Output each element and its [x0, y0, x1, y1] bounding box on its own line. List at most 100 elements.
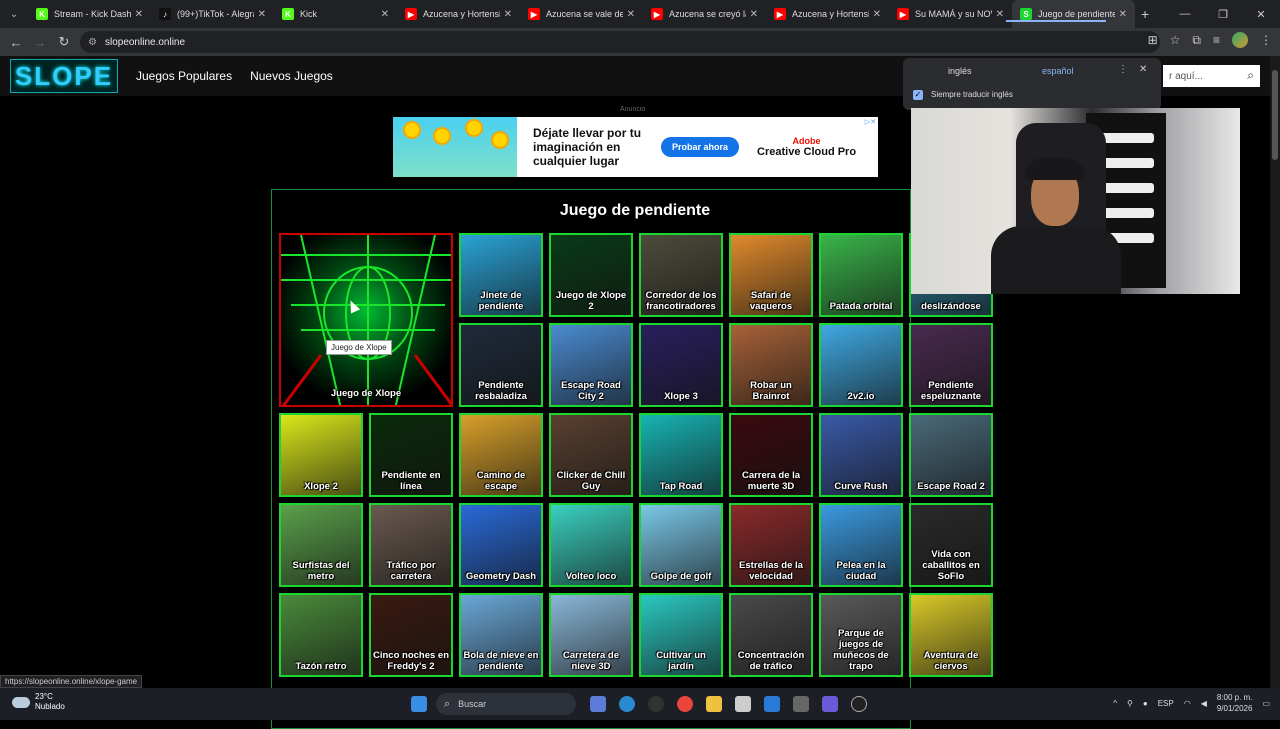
- game-tile[interactable]: Geometry Dash: [459, 503, 543, 587]
- tab-close-icon[interactable]: ✕: [873, 9, 881, 20]
- tab-close-icon[interactable]: ✕: [627, 9, 635, 20]
- ad-banner[interactable]: Déjate llevar por tu imaginación en cual…: [393, 117, 878, 177]
- game-tile[interactable]: Golpe de golf: [639, 503, 723, 587]
- game-tile[interactable]: Xlope 3: [639, 323, 723, 407]
- translate-options-icon[interactable]: ⋮: [1118, 64, 1128, 75]
- maximize-icon[interactable]: ❐: [1204, 8, 1242, 21]
- ad-cta-button[interactable]: Probar ahora: [661, 137, 740, 157]
- browser-tab[interactable]: K Stream - Kick Dashbo ✕: [28, 0, 151, 28]
- game-tile[interactable]: Concentración de tráfico: [729, 593, 813, 677]
- tab-close-icon[interactable]: ✕: [135, 9, 143, 20]
- game-tile[interactable]: Cinco noches en Freddy's 2: [369, 593, 453, 677]
- browser-tab[interactable]: ▶ Azucena se creyó la ✕: [643, 0, 766, 28]
- game-tile[interactable]: Pelea en la ciudad: [819, 503, 903, 587]
- game-tile[interactable]: Escape Road City 2: [549, 323, 633, 407]
- wifi-icon[interactable]: ◠: [1184, 699, 1191, 708]
- taskbar-search[interactable]: ⌕ Buscar: [436, 693, 576, 715]
- translate-target-tab[interactable]: español: [1042, 66, 1074, 76]
- minimize-icon[interactable]: —: [1166, 8, 1204, 20]
- nav-new-games[interactable]: Nuevos Juegos: [250, 69, 333, 83]
- game-tile[interactable]: Carrera de la muerte 3D: [729, 413, 813, 497]
- translate-close-icon[interactable]: ✕: [1139, 64, 1147, 75]
- tab-search-icon[interactable]: ⌄: [0, 0, 28, 28]
- translate-source-tab[interactable]: inglés: [948, 66, 972, 76]
- notification-icon[interactable]: ▭: [1262, 699, 1270, 708]
- game-tile[interactable]: Tazón retro: [279, 593, 363, 677]
- game-tile[interactable]: Juego de Xlope 2: [549, 233, 633, 317]
- tab-close-icon[interactable]: ✕: [258, 9, 266, 20]
- reload-icon[interactable]: ↻: [52, 34, 76, 50]
- game-tile[interactable]: Safari de vaqueros: [729, 233, 813, 317]
- game-tile[interactable]: Volteo loco: [549, 503, 633, 587]
- start-icon[interactable]: [411, 696, 427, 712]
- search-icon[interactable]: ⌕: [1247, 68, 1254, 83]
- browser-tab[interactable]: K Kick ✕: [274, 0, 397, 28]
- extensions-icon[interactable]: ⧉: [1192, 33, 1201, 48]
- address-bar[interactable]: ⚙ slopeonline.online: [80, 31, 1160, 53]
- file-explorer-icon[interactable]: [706, 696, 722, 712]
- tab-close-icon[interactable]: ✕: [1119, 9, 1127, 20]
- site-search-input[interactable]: r aquí... ⌕: [1163, 65, 1260, 87]
- back-icon[interactable]: ←: [4, 35, 28, 50]
- media-icon[interactable]: ≡: [1213, 33, 1220, 47]
- game-tile[interactable]: Pendiente espeluznante: [909, 323, 993, 407]
- tab-close-icon[interactable]: ✕: [381, 9, 389, 20]
- copilot-icon[interactable]: [590, 696, 606, 712]
- chrome-icon[interactable]: [677, 696, 693, 712]
- game-tile[interactable]: Parque de juegos de muñecos de trapo: [819, 593, 903, 677]
- translate-icon[interactable]: ⊞: [1148, 33, 1158, 47]
- weather-widget[interactable]: 23°C Nublado: [12, 692, 65, 712]
- game-tile[interactable]: Curve Rush: [819, 413, 903, 497]
- page-scrollbar[interactable]: [1270, 56, 1280, 688]
- tray-chevron-icon[interactable]: ^: [1113, 699, 1117, 708]
- app2-icon[interactable]: [851, 696, 867, 712]
- close-window-icon[interactable]: ✕: [1242, 8, 1280, 21]
- game-tile[interactable]: 2v2.io: [819, 323, 903, 407]
- scrollbar-thumb[interactable]: [1272, 70, 1278, 160]
- app-icon[interactable]: [793, 696, 809, 712]
- tab-close-icon[interactable]: ✕: [504, 9, 512, 20]
- browser-tab[interactable]: ▶ Azucena y Hortensia ✕: [766, 0, 889, 28]
- site-info-icon[interactable]: ⚙: [88, 37, 97, 48]
- profile-avatar[interactable]: [1232, 32, 1248, 48]
- game-tile[interactable]: Pendiente en línea: [369, 413, 453, 497]
- game-tile[interactable]: Carretera de nieve 3D: [549, 593, 633, 677]
- obs-icon[interactable]: [648, 696, 664, 712]
- new-tab-icon[interactable]: +: [1141, 6, 1149, 22]
- browser-tab[interactable]: ♪ (99+)TikTok - Alegra ✕: [151, 0, 274, 28]
- browser-tab[interactable]: ▶ Azucena y Hortensia ✕: [397, 0, 520, 28]
- game-tile[interactable]: Corredor de los francotiradores: [639, 233, 723, 317]
- game-tile[interactable]: Vida con caballitos en SoFlo: [909, 503, 993, 587]
- browser-tab[interactable]: ▶ Azucena se vale del ✕: [520, 0, 643, 28]
- store-icon[interactable]: [735, 696, 751, 712]
- game-tile[interactable]: Escape Road 2: [909, 413, 993, 497]
- site-logo[interactable]: SLOPE: [10, 59, 118, 93]
- tab-close-icon[interactable]: ✕: [996, 9, 1004, 20]
- always-translate-checkbox[interactable]: ✓: [913, 90, 923, 100]
- network-icon[interactable]: ⚲: [1127, 699, 1133, 708]
- browser-tab[interactable]: S Juego de pendiente ✕: [1012, 0, 1135, 28]
- game-tile[interactable]: Patada orbital: [819, 233, 903, 317]
- game-tile[interactable]: Camino de escape: [459, 413, 543, 497]
- game-tile[interactable]: Surfistas del metro: [279, 503, 363, 587]
- featured-game-tile[interactable]: Juego de Xlope: [279, 233, 453, 407]
- ad-choices-icon[interactable]: ▷✕: [865, 118, 876, 126]
- bookmark-star-icon[interactable]: ☆: [1170, 33, 1181, 47]
- game-tile[interactable]: Estrellas de la velocidad: [729, 503, 813, 587]
- game-tile[interactable]: Bola de nieve en pendiente: [459, 593, 543, 677]
- clock[interactable]: 8:00 p. m. 9/01/2026: [1217, 692, 1253, 714]
- forward-icon[interactable]: →: [28, 35, 52, 50]
- game-tile[interactable]: Cultivar un jardín: [639, 593, 723, 677]
- game-tile[interactable]: Clicker de Chill Guy: [549, 413, 633, 497]
- tab-close-icon[interactable]: ✕: [750, 9, 758, 20]
- game-tile[interactable]: Tráfico por carretera: [369, 503, 453, 587]
- browser-tab[interactable]: ▶ Su MAMÁ y su NOVI ✕: [889, 0, 1012, 28]
- edge-icon[interactable]: [619, 696, 635, 712]
- game-tile[interactable]: Jinete de pendiente: [459, 233, 543, 317]
- menu-icon[interactable]: ⋮: [1260, 33, 1272, 47]
- teams-icon[interactable]: [822, 696, 838, 712]
- mail-icon[interactable]: [764, 696, 780, 712]
- mic-icon[interactable]: ●: [1143, 699, 1148, 708]
- game-tile[interactable]: Robar un Brainrot: [729, 323, 813, 407]
- game-tile[interactable]: Tap Road: [639, 413, 723, 497]
